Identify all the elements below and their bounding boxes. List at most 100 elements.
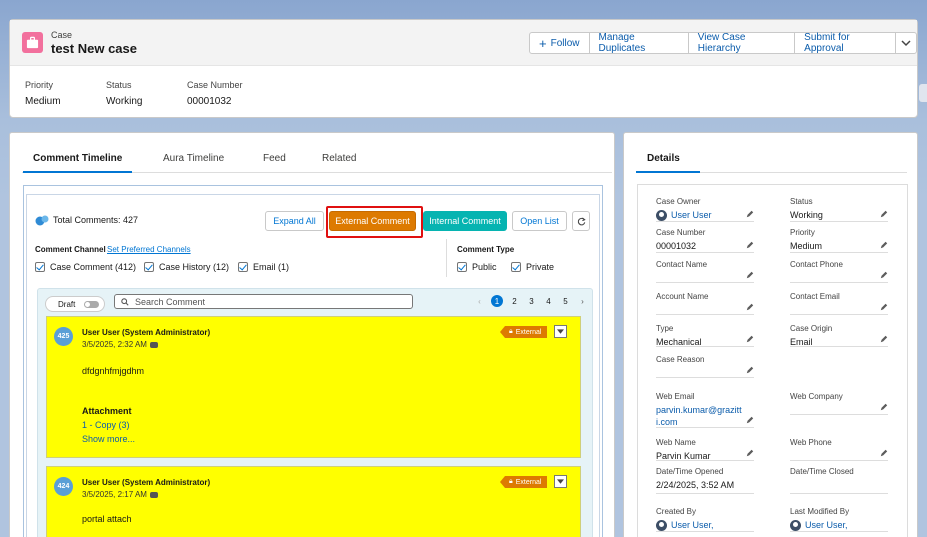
detail-field-label: Case Origin [790, 324, 833, 333]
attachment-label: Attachment [82, 406, 132, 416]
edit-pencil-icon[interactable] [880, 335, 888, 343]
tab-details[interactable]: Details [636, 153, 700, 173]
comment-body: portal attach [82, 514, 132, 524]
toggle-switch[interactable] [84, 301, 99, 308]
total-comments: Total Comments: 427 [53, 215, 139, 225]
highlight-case-number: Case Number 00001032 [187, 80, 243, 107]
value-text: Medium [790, 241, 823, 251]
plus-icon: + [539, 35, 547, 51]
details-panel: Details Case Owner User User Status Working… [623, 132, 918, 537]
detail-field-label: Date/Time Closed [790, 467, 854, 476]
checkbox[interactable] [238, 262, 248, 272]
edit-pencil-icon[interactable] [746, 335, 754, 343]
chevron-right-icon[interactable]: › [574, 297, 591, 306]
view-case-hierarchy-button[interactable]: View Case Hierarchy [687, 32, 796, 54]
field-underline [656, 346, 754, 347]
tab-feed[interactable]: Feed [263, 153, 286, 164]
set-preferred-channels-link[interactable]: Set Preferred Channels [107, 245, 191, 254]
edit-pencil-icon[interactable] [880, 271, 888, 279]
edit-pencil-icon[interactable] [880, 241, 888, 249]
comment-number-badge: 425 [54, 327, 73, 346]
tab-aura-timeline[interactable]: Aura Timeline [163, 153, 224, 164]
field-underline [656, 282, 754, 283]
comment-menu-button[interactable] [554, 475, 567, 488]
refresh-icon [577, 216, 586, 225]
comment-date: 3/5/2025, 2:32 AM [82, 340, 158, 349]
detail-field-value: Working [790, 209, 888, 221]
detail-field-label: Contact Phone [790, 260, 843, 269]
refresh-button[interactable] [572, 211, 590, 231]
utility-side-tab[interactable] [919, 84, 927, 102]
detail-field-label: Date/Time Opened [656, 467, 724, 476]
detail-field: Case Reason [656, 355, 754, 378]
page-1[interactable]: 1 [491, 295, 503, 307]
draft-toggle[interactable]: Draft [45, 296, 105, 312]
checkbox[interactable] [35, 262, 45, 272]
chevron-left-icon[interactable]: ‹ [471, 297, 488, 306]
channel-email[interactable]: Email (1) [238, 262, 289, 272]
page-2[interactable]: 2 [506, 297, 523, 306]
detail-field: Date/Time Closed [790, 467, 888, 494]
page-4[interactable]: 4 [540, 297, 557, 306]
submit-for-approval-button[interactable]: Submit for Approval [794, 32, 896, 54]
page-5[interactable]: 5 [557, 297, 574, 306]
expand-all-button[interactable]: Expand All [265, 211, 324, 231]
edit-pencil-icon[interactable] [880, 303, 888, 311]
timeline-inner: Total Comments: 427 Expand All External … [26, 194, 600, 537]
channel-case-comment[interactable]: Case Comment (412) [35, 262, 136, 272]
user-link[interactable]: User User, [805, 520, 848, 530]
checkbox[interactable] [457, 262, 467, 272]
detail-field-value: 00001032 [656, 240, 754, 252]
tab-comment-timeline[interactable]: Comment Timeline [22, 153, 133, 173]
detail-field-label: Case Reason [656, 355, 705, 364]
detail-field-label: Type [656, 324, 674, 333]
detail-field-value: parvin.kumar@grazitti.com [656, 404, 754, 428]
detail-field-label: Case Owner [656, 197, 701, 206]
edit-pencil-icon[interactable] [746, 241, 754, 249]
open-list-button[interactable]: Open List [512, 211, 567, 231]
tab-related[interactable]: Related [322, 153, 356, 164]
detail-field: Web Phone [790, 438, 888, 461]
internal-comment-button[interactable]: Internal Comment [423, 211, 507, 231]
detail-field: Web Email parvin.kumar@grazitti.com [656, 392, 754, 428]
more-actions-button[interactable] [895, 32, 917, 54]
edit-pencil-icon[interactable] [746, 366, 754, 374]
highlight-priority: Priority Medium [25, 80, 61, 107]
edit-pencil-icon[interactable] [880, 210, 888, 218]
user-link[interactable]: User User, [671, 520, 714, 530]
type-public[interactable]: Public [457, 262, 497, 272]
field-underline [790, 493, 888, 494]
comment-date: 3/5/2025, 2:17 AM [82, 490, 158, 499]
email-link[interactable]: parvin.kumar@grazitti.com [656, 404, 742, 428]
checkbox[interactable] [511, 262, 521, 272]
edit-pencil-icon[interactable] [746, 449, 754, 457]
comment-list: Draft Search Comment ‹ 1 2 3 4 5 › 425 U… [37, 288, 593, 537]
type-private[interactable]: Private [511, 262, 554, 272]
value-text: 2/24/2025, 3:52 AM [656, 480, 735, 490]
search-comment-input[interactable]: Search Comment [114, 294, 413, 309]
edit-pencil-icon[interactable] [746, 416, 754, 424]
edit-pencil-icon[interactable] [880, 449, 888, 457]
tab-bar: Comment Timeline Aura Timeline Feed Rela… [22, 133, 612, 173]
value-text: Working [790, 210, 823, 220]
manage-duplicates-button[interactable]: Manage Duplicates [588, 32, 689, 54]
case-icon [22, 32, 43, 53]
comment-menu-button[interactable] [554, 325, 567, 338]
detail-field-label: Web Name [656, 438, 696, 447]
channel-case-history[interactable]: Case History (12) [144, 262, 229, 272]
checkbox[interactable] [144, 262, 154, 272]
details-tab-bar: Details [636, 133, 907, 173]
record-title: test New case [51, 41, 137, 56]
edit-pencil-icon[interactable] [746, 303, 754, 311]
follow-button[interactable]: + Follow [529, 32, 590, 54]
comments-icon [35, 215, 49, 226]
edit-pencil-icon[interactable] [746, 271, 754, 279]
edit-pencil-icon[interactable] [880, 403, 888, 411]
lock-icon: 🔒︎ [509, 328, 513, 335]
user-link[interactable]: User User [671, 210, 712, 220]
show-more-link[interactable]: Show more... [82, 434, 135, 444]
change-owner-icon[interactable] [746, 210, 754, 218]
detail-field: Web Company [790, 392, 888, 415]
attachment-link[interactable]: 1 - Copy (3) [82, 420, 130, 430]
page-3[interactable]: 3 [523, 297, 540, 306]
